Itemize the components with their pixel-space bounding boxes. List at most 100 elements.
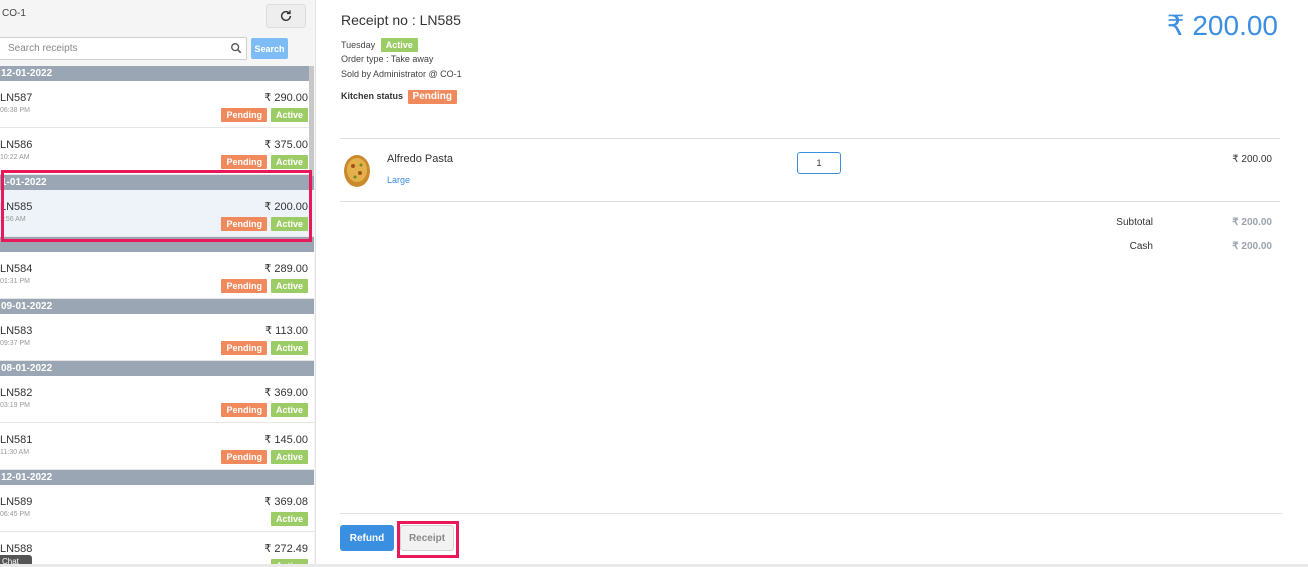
status-badge: Active bbox=[270, 155, 308, 169]
kitchen-status-row: Kitchen status Pending bbox=[341, 90, 457, 104]
receipt-number: LN586 bbox=[0, 139, 33, 151]
receipt-number: LN588 bbox=[0, 543, 33, 555]
receipt-number: LN585 bbox=[0, 201, 33, 213]
receipt-day: Tuesday bbox=[341, 40, 376, 50]
subtotal-value: ₹ 200.00 bbox=[1232, 217, 1272, 228]
date-header: 12-01-2022 bbox=[0, 66, 314, 81]
receipt-badges: Pending Active bbox=[221, 450, 308, 464]
receipt-list: 12-01-2022 LN587 06:38 PM ₹ 290.00 Pendi… bbox=[0, 66, 314, 567]
receipt-row-ln588[interactable]: LN588 ₹ 272.49 Active bbox=[0, 532, 314, 567]
date-header: 12-01-2022 bbox=[0, 470, 314, 485]
receipt-row-ln582[interactable]: LN582 03:19 PM ₹ 369.00 Pending Active bbox=[0, 376, 314, 423]
receipt-amount: ₹ 289.00 bbox=[264, 263, 308, 275]
store-name: CO-1 bbox=[2, 8, 26, 19]
refresh-icon bbox=[280, 10, 292, 22]
date-header: 1-01-2022 bbox=[0, 175, 314, 190]
receipt-time: 06:45 PM bbox=[0, 511, 30, 518]
item-image bbox=[344, 155, 370, 187]
status-badge: Active bbox=[270, 341, 308, 355]
receipt-badges: Pending Active bbox=[221, 217, 308, 231]
kitchen-status-label: Kitchen status bbox=[341, 91, 404, 101]
cash-value: ₹ 200.00 bbox=[1232, 241, 1272, 252]
sold-by: Sold by Administrator @ CO-1 bbox=[341, 69, 462, 79]
item-price: ₹ 200.00 bbox=[1232, 154, 1272, 165]
kitchen-status-badge: Pending bbox=[407, 90, 457, 104]
divider bbox=[340, 513, 1282, 514]
receipt-badges: Pending Active bbox=[221, 279, 308, 293]
receipt-badges: Pending Active bbox=[221, 108, 308, 122]
receipt-number: LN587 bbox=[0, 92, 33, 104]
print-receipt-button[interactable]: Receipt bbox=[400, 525, 454, 551]
receipt-amount: ₹ 200.00 bbox=[264, 201, 308, 213]
kitchen-status-badge: Pending bbox=[221, 108, 267, 122]
receipt-amount: ₹ 113.00 bbox=[265, 325, 308, 337]
search-button[interactable]: Search bbox=[251, 38, 288, 59]
status-badge: Active bbox=[270, 403, 308, 417]
receipt-time: 03:19 PM bbox=[0, 402, 30, 409]
item-variant: Large bbox=[387, 175, 411, 185]
receipt-row-ln583[interactable]: LN583 09:37 PM ₹ 113.00 Pending Active bbox=[0, 314, 314, 361]
receipt-badges: Pending Active bbox=[221, 403, 308, 417]
receipt-row-ln587[interactable]: LN587 06:38 PM ₹ 290.00 Pending Active bbox=[0, 81, 314, 128]
receipt-day-row: Tuesday Active bbox=[341, 38, 418, 52]
refresh-button[interactable] bbox=[266, 4, 306, 28]
kitchen-status-badge: Pending bbox=[221, 403, 267, 417]
receipt-row-ln584[interactable]: LN584 01:31 PM ₹ 289.00 Pending Active bbox=[0, 252, 314, 299]
date-header bbox=[0, 237, 314, 252]
receipt-amount: ₹ 369.08 bbox=[264, 496, 308, 508]
receipt-number: LN581 bbox=[0, 434, 33, 446]
status-badge: Active bbox=[270, 450, 308, 464]
item-name: Alfredo Pasta bbox=[387, 153, 454, 165]
receipt-badges: Active bbox=[270, 512, 308, 526]
cash-label: Cash bbox=[1129, 241, 1153, 252]
receipt-row-ln585[interactable]: LN585 1:56 AM ₹ 200.00 Pending Active bbox=[0, 190, 314, 237]
kitchen-status-badge: Pending bbox=[221, 279, 267, 293]
list-scrollbar[interactable] bbox=[309, 66, 314, 176]
status-badge: Active bbox=[270, 279, 308, 293]
quantity-input[interactable] bbox=[797, 152, 841, 174]
status-badge: Active bbox=[380, 38, 418, 52]
receipt-badges: Pending Active bbox=[221, 155, 308, 169]
receipt-row-ln586[interactable]: LN586 10:22 AM ₹ 375.00 Pending Active bbox=[0, 128, 314, 175]
date-header: 08-01-2022 bbox=[0, 361, 314, 376]
refund-button[interactable]: Refund bbox=[340, 525, 394, 551]
receipt-amount: ₹ 375.00 bbox=[264, 139, 308, 151]
receipt-time: 09:37 PM bbox=[0, 340, 30, 347]
divider bbox=[340, 201, 1280, 202]
receipt-time: 10:22 AM bbox=[0, 154, 30, 161]
status-badge: Active bbox=[270, 108, 308, 122]
receipt-title: Receipt no : LN585 bbox=[341, 12, 461, 28]
status-badge: Active bbox=[270, 512, 308, 526]
order-type: Order type : Take away bbox=[341, 54, 434, 64]
kitchen-status-badge: Pending bbox=[221, 450, 267, 464]
receipt-number: LN583 bbox=[0, 325, 33, 337]
receipt-time: 06:38 PM bbox=[0, 107, 30, 114]
receipts-sidebar: CO-1 Search 12-01-2022 LN587 06:38 PM ₹ … bbox=[0, 0, 316, 567]
receipt-number: LN582 bbox=[0, 387, 33, 399]
receipt-badges: Pending Active bbox=[221, 341, 308, 355]
receipt-time: 01:31 PM bbox=[0, 278, 30, 285]
receipt-total: ₹ 200.00 bbox=[1166, 10, 1278, 41]
receipt-time: 11:30 AM bbox=[0, 449, 30, 456]
receipt-number: LN589 bbox=[0, 496, 33, 508]
search-bar: Search bbox=[0, 37, 315, 61]
receipt-amount: ₹ 369.00 bbox=[264, 387, 308, 399]
receipt-number: LN584 bbox=[0, 263, 33, 275]
kitchen-status-badge: Pending bbox=[221, 217, 267, 231]
receipt-amount: ₹ 145.00 bbox=[264, 434, 308, 446]
receipt-row-ln589[interactable]: LN589 06:45 PM ₹ 369.08 Active bbox=[0, 485, 314, 532]
receipt-amount: ₹ 290.00 bbox=[264, 92, 308, 104]
search-input[interactable] bbox=[0, 37, 247, 60]
kitchen-status-badge: Pending bbox=[221, 155, 267, 169]
receipt-row-ln581[interactable]: LN581 11:30 AM ₹ 145.00 Pending Active bbox=[0, 423, 314, 470]
date-header: 09-01-2022 bbox=[0, 299, 314, 314]
receipt-time: 1:56 AM bbox=[0, 216, 26, 223]
kitchen-status-badge: Pending bbox=[221, 341, 267, 355]
receipt-amount: ₹ 272.49 bbox=[264, 543, 308, 555]
receipt-detail: Receipt no : LN585 ₹ 200.00 Tuesday Acti… bbox=[317, 0, 1308, 567]
status-badge: Active bbox=[270, 217, 308, 231]
divider bbox=[340, 138, 1280, 139]
sidebar-topbar: CO-1 bbox=[0, 0, 315, 32]
subtotal-label: Subtotal bbox=[1116, 217, 1153, 228]
search-icon[interactable] bbox=[230, 42, 242, 54]
